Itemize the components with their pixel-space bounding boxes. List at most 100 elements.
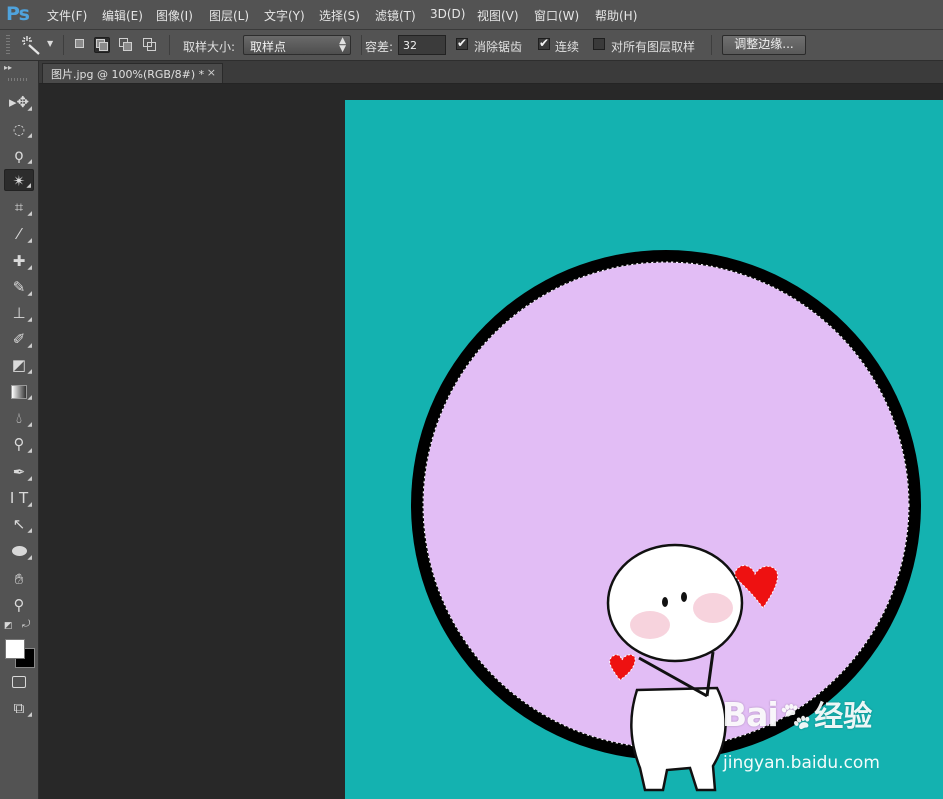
eraser-tool[interactable]: ◩ ◢: [4, 354, 34, 376]
select-arrows-icon: ▲ ▼: [339, 36, 346, 54]
move-icon: ▸✥: [8, 93, 30, 111]
tool-preset-picker[interactable]: ▼: [20, 34, 58, 56]
blur-tool[interactable]: 💧︎ ◢: [4, 407, 34, 429]
shape-tool[interactable]: ◢: [4, 540, 34, 562]
sample-all-layers-checkbox[interactable]: [593, 38, 605, 50]
menu-bar: Ps 文件(F) 编辑(E) 图像(I) 图层(L) 文字(Y) 选择(S) 滤…: [0, 0, 943, 30]
path-selection-icon: ↖: [12, 515, 26, 533]
close-icon[interactable]: ×: [207, 66, 216, 79]
screen-mode-button[interactable]: ⧉ ◢: [4, 697, 34, 719]
foreground-color-swatch[interactable]: [5, 639, 25, 659]
crop-icon: ⌗: [14, 198, 24, 216]
hand-tool[interactable]: ✋︎: [4, 568, 34, 590]
healing-brush-tool[interactable]: ✚ ◢: [4, 250, 34, 272]
gradient-tool[interactable]: ◢: [4, 380, 34, 402]
eyedropper-tool[interactable]: ⁄ ◢: [4, 223, 34, 245]
menu-image[interactable]: 图像(I): [156, 7, 193, 24]
clone-stamp-tool[interactable]: ⊥ ◢: [4, 302, 34, 324]
sample-size-select[interactable]: 取样点 ▲ ▼: [243, 35, 351, 55]
brush-icon: ✎: [12, 278, 26, 296]
swap-colors-icon[interactable]: ⤾: [22, 619, 30, 630]
tolerance-input[interactable]: [398, 35, 446, 55]
quick-mask-button[interactable]: [4, 670, 34, 692]
sample-size-value: 取样点: [250, 40, 287, 54]
menu-filter[interactable]: 滤镜(T): [375, 7, 416, 24]
blur-icon: 💧︎: [15, 409, 22, 427]
path-selection-tool[interactable]: ↖ ◢: [4, 513, 34, 535]
document-tab-bar: 图片.jpg @ 100%(RGB/8#) * ×: [39, 61, 943, 84]
anti-alias-label: 消除锯齿: [474, 40, 523, 54]
zoom-icon: ⚲: [13, 596, 25, 614]
checkmark-icon: ✔: [539, 36, 550, 50]
document-tab-title: 图片.jpg @ 100%(RGB/8#) *: [51, 68, 205, 81]
type-tool[interactable]: Ⅰ T ◢: [4, 487, 34, 509]
right-eye: [681, 592, 687, 602]
menu-3d[interactable]: 3D(D): [430, 7, 465, 21]
new-selection-button[interactable]: [73, 37, 87, 51]
menu-window[interactable]: 窗口(W): [534, 7, 579, 24]
subtract-from-selection-button[interactable]: [118, 37, 132, 51]
lavender-circle: [423, 262, 909, 748]
sample-size-label: 取样大小:: [183, 40, 236, 54]
checkmark-icon: ✔: [457, 36, 468, 50]
menu-layer[interactable]: 图层(L): [209, 7, 249, 24]
add-to-selection-button[interactable]: [94, 37, 110, 53]
quick-mask-icon: [12, 676, 26, 688]
clone-stamp-icon: ⊥: [12, 304, 26, 322]
panel-grip[interactable]: [8, 78, 28, 81]
menu-file[interactable]: 文件(F): [47, 7, 87, 24]
pen-tool[interactable]: ✒ ◢: [4, 461, 34, 483]
menu-select[interactable]: 选择(S): [319, 7, 360, 24]
default-colors-icon[interactable]: ◩: [4, 621, 13, 631]
crop-tool[interactable]: ⌗ ◢: [4, 196, 34, 218]
document-tab[interactable]: 图片.jpg @ 100%(RGB/8#) * ×: [42, 63, 223, 83]
document-canvas[interactable]: [345, 100, 943, 799]
pen-icon: ✒: [12, 463, 26, 481]
divider: [711, 35, 712, 55]
lasso-icon: ϙ: [14, 146, 24, 164]
magic-wand-icon: ✴: [12, 172, 26, 190]
right-cheek: [693, 593, 733, 623]
history-brush-icon: ✐: [12, 330, 26, 348]
refine-edge-button[interactable]: 调整边缘...: [722, 35, 806, 55]
sample-all-layers-label: 对所有图层取样: [611, 40, 696, 54]
menu-help[interactable]: 帮助(H): [595, 7, 637, 24]
dodge-icon: ⚲: [13, 435, 25, 453]
dodge-tool[interactable]: ⚲ ◢: [4, 433, 34, 455]
divider: [169, 35, 170, 55]
contiguous-checkbox[interactable]: ✔: [538, 36, 550, 50]
anti-alias-checkbox[interactable]: ✔: [456, 36, 468, 50]
type-icon: Ⅰ T: [9, 489, 29, 507]
brush-tool[interactable]: ✎ ◢: [4, 276, 34, 298]
contiguous-label: 连续: [555, 40, 580, 54]
tool-panel: ▸▸ ▸✥ ◢ ◌ ◢ ϙ ◢ ✴ ◢ ⌗ ◢ ⁄ ◢ ✚ ◢ ✎ ◢ ⊥ ◢ ✐ ◢ ◩ ◢ ◢ 💧…: [0, 61, 39, 799]
chevron-down-icon: ▼: [47, 39, 54, 48]
screen-mode-icon: ⧉: [13, 699, 25, 717]
gradient-icon: [11, 385, 27, 399]
intersect-selection-button[interactable]: [142, 37, 156, 51]
photoshop-logo: Ps: [6, 3, 30, 25]
lasso-tool[interactable]: ϙ ◢: [4, 144, 34, 166]
hand-icon: ✋︎: [14, 570, 24, 588]
new-selection-icon: [75, 39, 84, 48]
eraser-icon: ◩: [11, 356, 27, 374]
healing-brush-icon: ✚: [12, 252, 26, 270]
menu-type[interactable]: 文字(Y): [264, 7, 305, 24]
menu-edit[interactable]: 编辑(E): [102, 7, 143, 24]
marquee-tool[interactable]: ◌ ◢: [4, 118, 34, 140]
eyedropper-icon: ⁄: [17, 225, 21, 243]
move-tool[interactable]: ▸✥ ◢: [4, 91, 34, 113]
collapse-panel-icon[interactable]: ▸▸: [4, 63, 12, 72]
menu-view[interactable]: 视图(V): [477, 7, 519, 24]
divider: [63, 35, 64, 55]
options-grip[interactable]: [6, 35, 10, 55]
zoom-tool[interactable]: ⚲: [4, 594, 34, 616]
left-eye: [662, 597, 668, 607]
tolerance-label: 容差:: [365, 40, 394, 54]
divider: [361, 35, 362, 55]
left-cheek: [630, 611, 670, 639]
magic-wand-icon: [22, 36, 40, 55]
history-brush-tool[interactable]: ✐ ◢: [4, 328, 34, 350]
elliptical-marquee-icon: ◌: [12, 122, 26, 138]
magic-wand-tool[interactable]: ✴ ◢: [4, 169, 34, 191]
